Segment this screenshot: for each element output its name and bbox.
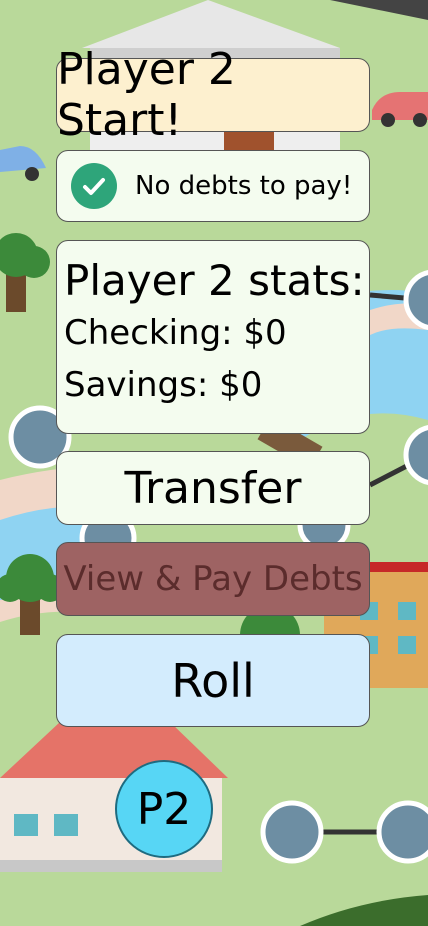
roll-button[interactable]: Roll bbox=[56, 634, 370, 727]
stats-title: Player 2 stats: bbox=[64, 256, 365, 305]
check-circle-icon bbox=[71, 163, 117, 209]
debt-status-text: No debts to pay! bbox=[135, 171, 353, 201]
savings-balance: Savings: $0 bbox=[64, 365, 263, 405]
turn-banner: Player 2 Start! bbox=[56, 44, 370, 146]
debt-status: No debts to pay! bbox=[56, 150, 370, 222]
transfer-button[interactable]: Transfer bbox=[56, 451, 370, 525]
view-pay-debts-button[interactable]: View & Pay Debts bbox=[56, 542, 370, 616]
transfer-button-label: Transfer bbox=[124, 462, 302, 514]
roll-button-label: Roll bbox=[171, 653, 255, 708]
player-token-label: P2 bbox=[136, 783, 192, 835]
turn-banner-text: Player 2 Start! bbox=[57, 44, 236, 146]
checking-balance: Checking: $0 bbox=[64, 313, 287, 353]
view-pay-debts-label: View & Pay Debts bbox=[63, 559, 363, 599]
player-token[interactable]: P2 bbox=[115, 760, 213, 858]
player-stats: Player 2 stats: Checking: $0 Savings: $0 bbox=[56, 240, 370, 434]
